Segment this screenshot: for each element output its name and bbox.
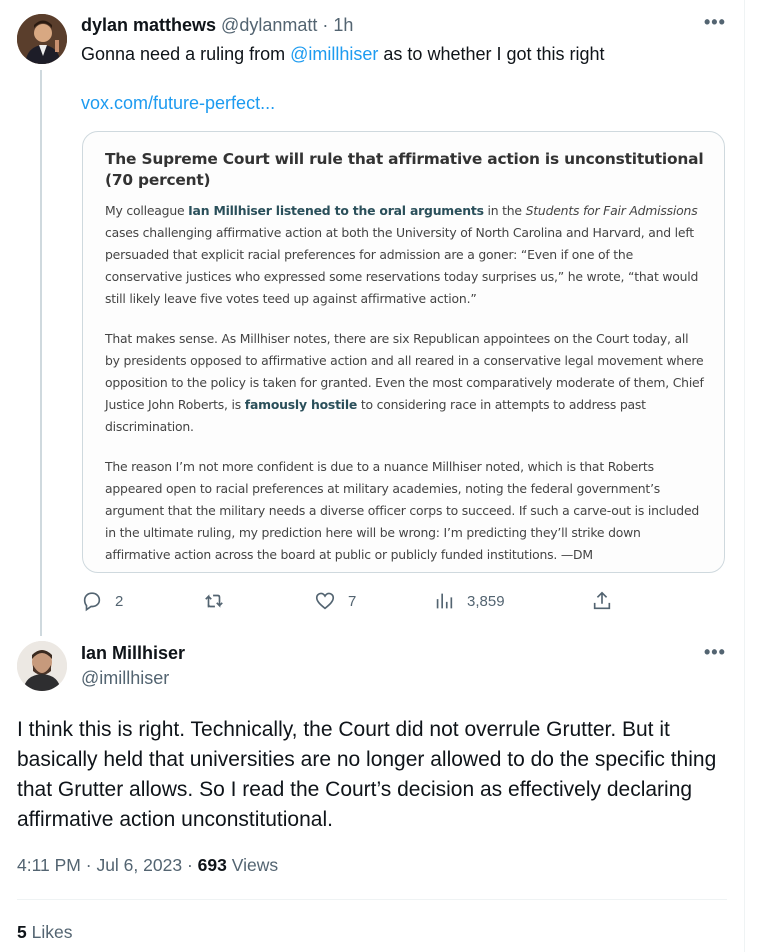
article-link[interactable]: vox.com/future-perfect... [81,91,275,115]
separator-dot: · [322,14,329,35]
retweet-icon [205,594,223,608]
more-icon[interactable]: ••• [704,12,726,33]
likes-link[interactable]: 5 Likes [17,922,72,943]
tweet1-text: Gonna need a ruling from @imillhiser as … [81,42,605,66]
article-inline-link: famously hostile [244,397,358,412]
tweet-text-part: as to whether I got this right [378,44,605,64]
share-icon [593,591,611,610]
author-handle[interactable]: @dylanmatt [221,15,317,36]
article-text: My colleague [105,203,189,218]
article-paragraph-1: My colleague Ian Millhiser listened to t… [105,200,704,310]
more-icon[interactable]: ••• [704,642,726,663]
likes-label: Likes [31,922,73,942]
separator-dot: · [186,855,193,875]
like-icon [315,592,335,610]
likes-count: 5 [17,922,27,942]
tweet2-text: I think this is right. Technically, the … [17,718,717,831]
divider [17,899,727,900]
article-paragraph-2: That makes sense. As Millhiser notes, th… [105,328,704,438]
article-paragraph-3: The reason I’m not more confident is due… [105,459,700,562]
tweet2-metadata: 4:11 PM · Jul 6, 2023 · 693 Views [17,855,278,876]
author-name[interactable]: dylan matthews [81,15,216,36]
like-button[interactable]: 7 [314,588,356,614]
reply-icon [83,592,101,612]
reply-count: 2 [115,592,124,610]
views-button[interactable]: 3,859 [433,588,505,614]
author-name[interactable]: Ian Millhiser [81,643,185,664]
tweet-text-part: Gonna need a ruling from [81,44,291,64]
article-italic-text: Students for Fair Admissions [525,203,698,218]
views-count: 693 [197,855,227,875]
like-count: 7 [348,592,357,610]
retweet-button[interactable] [203,588,237,614]
tweet-timestamp[interactable]: 1h [333,15,353,36]
mention-link[interactable]: @imillhiser [290,44,378,64]
tweet-time[interactable]: 4:11 PM [17,855,81,875]
avatar-dylan-matthews[interactable] [17,14,67,64]
reply-button[interactable]: 2 [81,588,123,614]
tweet-date[interactable]: Jul 6, 2023 [96,855,182,875]
views-count: 3,859 [467,592,505,610]
timeline-border [744,0,745,952]
article-inline-link: Ian Millhiser listened to the oral argum… [188,203,484,218]
thread-connector-line [40,70,42,636]
tweet1-header: dylan matthews @dylanmatt · 1h [81,14,353,36]
separator-dot: · [85,855,92,875]
tweet1-action-bar: 2 7 3,859 [81,588,641,614]
share-button[interactable] [591,588,613,614]
article-text: cases challenging affirmative action at … [105,225,699,306]
views-label: Views [231,855,279,875]
article-heading: The Supreme Court will rule that affirma… [105,150,704,189]
article-screenshot-image[interactable]: The Supreme Court will rule that affirma… [82,131,725,573]
article-text: in the [483,203,526,218]
views-icon [436,593,453,609]
avatar-ian-millhiser[interactable] [17,641,67,691]
author-handle[interactable]: @imillhiser [81,668,169,689]
